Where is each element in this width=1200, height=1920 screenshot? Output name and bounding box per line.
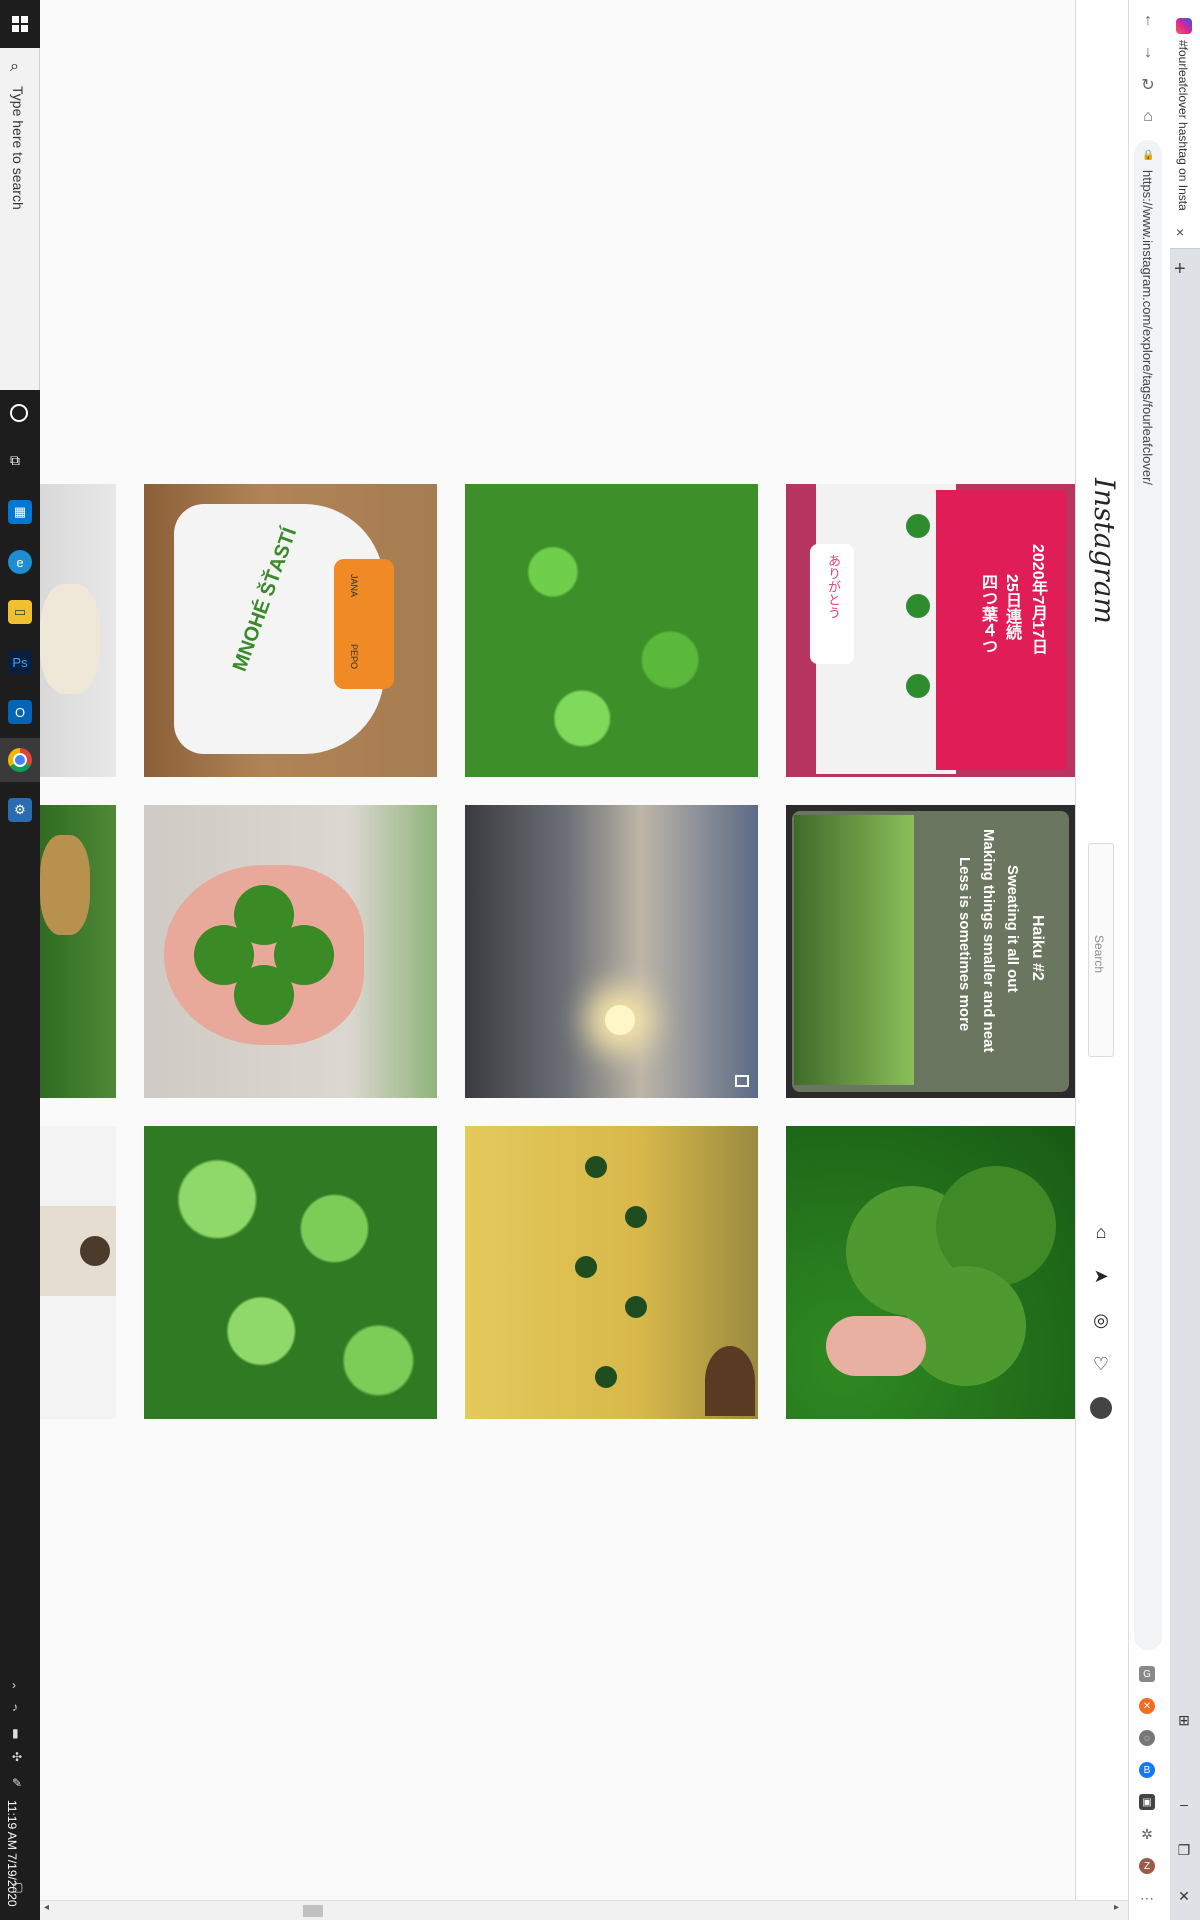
outlook-icon[interactable]: O [8,700,32,724]
instagram-logo[interactable]: Instagram [1088,478,1121,624]
search-icon: ⌕ [10,58,19,75]
search-placeholder: Search [1092,935,1106,974]
post-thumbnail[interactable] [465,1126,758,1419]
menu-dots-icon[interactable]: ⋯ [1139,1890,1155,1906]
post-thumbnail[interactable] [144,1126,437,1419]
network-icon[interactable]: ✣ [12,1750,22,1764]
haiku-line-3: Making things smaller and neat [980,829,997,1053]
instagram-favicon-icon [1176,18,1192,34]
back-icon[interactable]: ↑ [1137,10,1159,32]
lock-icon[interactable]: 🔒 [1142,150,1154,161]
store-icon[interactable]: ▦ [8,500,32,524]
start-button[interactable] [0,0,40,48]
tab-strip [1170,0,1200,1920]
cake-tag-1: JANA [349,574,359,598]
jp-line-3: 四つ葉４つ [979,574,996,654]
settings-icon[interactable]: ⚙ [8,798,32,822]
extension-b-icon[interactable]: B [1139,1762,1155,1778]
cake-tag-2: PEPO [349,644,359,670]
extension-photo-icon[interactable]: ▣ [1139,1794,1155,1810]
reload-icon[interactable]: ↻ [1137,74,1159,96]
pen-icon[interactable]: ✎ [12,1776,22,1790]
battery-icon[interactable]: ▮ [12,1726,19,1740]
post-thumbnail[interactable] [465,805,758,1098]
home-icon[interactable]: ⌂ [1088,1219,1114,1245]
profile-z-icon[interactable]: Z [1139,1858,1155,1874]
post-thumbnail[interactable]: Haiku #2 Sweating it all out Making thin… [786,805,1075,1098]
action-center-icon[interactable]: ▢ [12,1880,23,1894]
taskbar-search-placeholder: Type here to search [10,86,26,210]
windows-icon [12,16,28,32]
post-thumbnail[interactable] [40,1126,116,1419]
url-text: https://www.instagram.com/explore/tags/f… [1140,170,1155,486]
profile-avatar[interactable] [1088,1395,1114,1421]
post-thumbnail[interactable] [786,1126,1075,1419]
activity-heart-icon[interactable]: ♡ [1088,1351,1114,1377]
post-thumbnail[interactable] [144,805,437,1098]
jp-line-1: 2020年7月17日 [1029,544,1046,655]
explore-icon[interactable]: ◎ [1088,1307,1114,1333]
file-explorer-icon[interactable]: ▭ [8,600,32,624]
post-thumbnail[interactable]: 2020年7月17日 25日連続 四つ葉４つ ありがとう [786,484,1075,777]
scroll-left-icon[interactable]: ◂ [44,1902,49,1913]
close-tab-icon[interactable]: × [1176,224,1184,240]
haiku-line-4: Less is sometimes more [956,857,973,1032]
taskbar-search[interactable]: ⌕ Type here to search [0,48,40,390]
volume-icon[interactable]: ♪ [12,1700,18,1714]
new-tab-button[interactable]: + [1174,258,1186,281]
carousel-icon [735,1075,749,1087]
extension-x-icon[interactable]: ✕ [1139,1698,1155,1714]
tab-title: #fourleafclover hashtag on Insta... [1176,40,1190,210]
post-thumbnail[interactable] [40,805,116,1098]
direct-icon[interactable]: ➤ [1088,1263,1114,1289]
photoshop-icon[interactable]: Ps [8,650,32,674]
chrome-icon[interactable] [8,748,32,772]
haiku-line-2: Sweating it all out [1004,865,1021,993]
minimize-icon[interactable]: – [1176,1794,1192,1814]
scrollbar-thumb[interactable] [303,1905,323,1917]
task-view-icon[interactable]: ⧉ [10,452,20,469]
haiku-line-1: Haiku #2 [1029,915,1046,981]
extension-circle-icon[interactable]: ◌ [1139,1730,1155,1746]
post-thumbnail[interactable] [40,484,116,777]
clock-time: 11:19 AM [5,1800,19,1850]
tray-expand-icon[interactable]: › [12,1678,16,1692]
jp-badge: ありがとう [826,554,841,619]
restore-icon[interactable]: ❐ [1176,1840,1192,1860]
home-browser-icon[interactable]: ⌂ [1137,106,1159,128]
post-thumbnail[interactable]: MNOHÉ ŠŤASTÍ JANA PEPO [144,484,437,777]
extensions-puzzle-icon[interactable]: ✲ [1139,1826,1155,1842]
post-thumbnail[interactable] [465,484,758,777]
close-window-icon[interactable]: ✕ [1176,1886,1192,1906]
layout-icon[interactable]: ⊞ [1176,1710,1192,1730]
extension-g-icon[interactable]: G [1139,1666,1155,1682]
forward-icon[interactable]: ↓ [1137,42,1159,64]
scroll-right-icon[interactable]: ▸ [1114,1902,1119,1913]
jp-line-2: 25日連続 [1003,574,1020,640]
horizontal-scrollbar[interactable] [40,1900,1128,1920]
edge-icon[interactable]: e [8,550,32,574]
cortana-icon[interactable] [10,404,28,422]
